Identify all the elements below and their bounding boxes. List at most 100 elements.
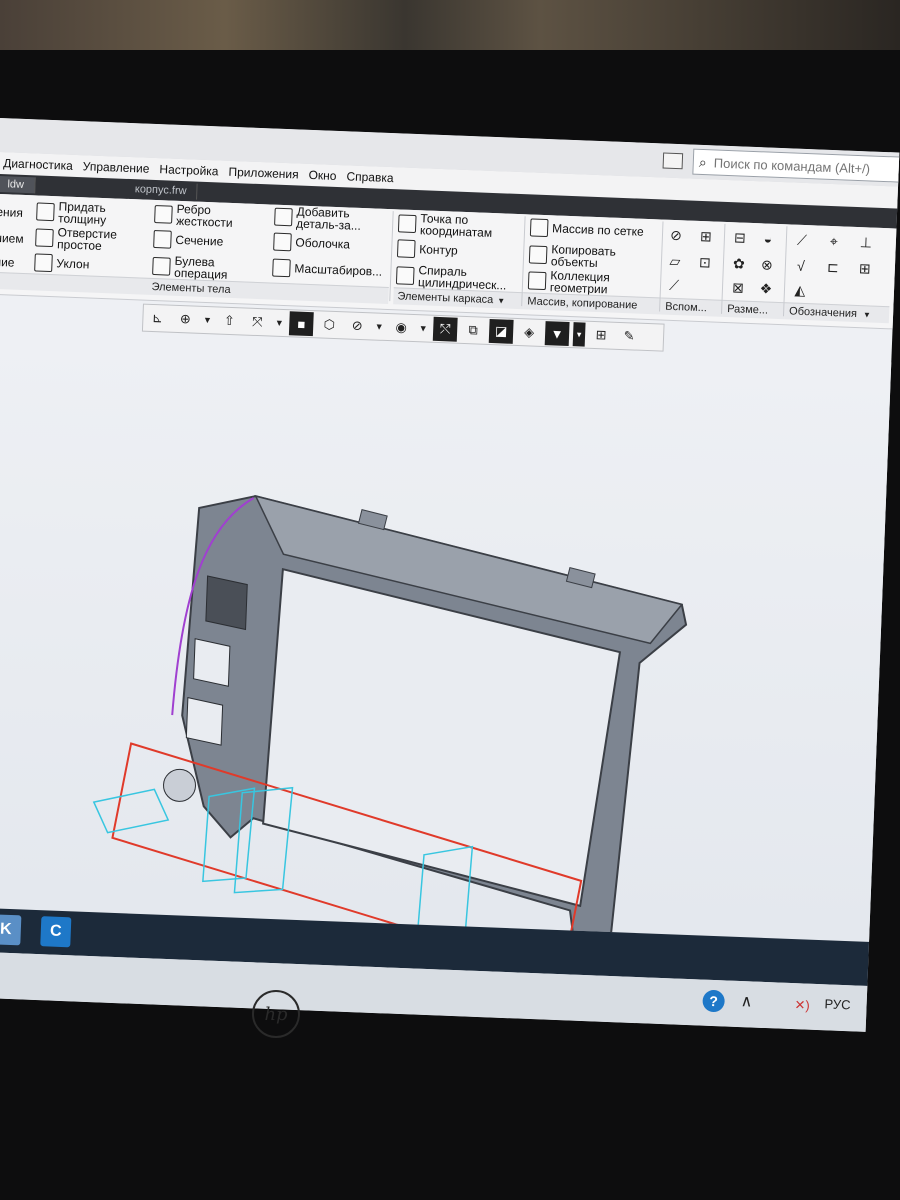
axis-icon[interactable]: ⊘ (666, 226, 687, 245)
search-icon: ⌕ (698, 153, 708, 170)
group-aux-label: Вспом... (665, 300, 708, 315)
chevron-down-icon[interactable]: ▼ (863, 310, 871, 319)
body-cmd-3[interactable]: ние (0, 255, 15, 270)
grid-array-button[interactable]: Массив по сетке (529, 218, 661, 241)
radius-icon[interactable]: ◒ (758, 229, 779, 248)
group-dimensions: Разме... (722, 299, 786, 320)
draft-button[interactable]: Уклон (34, 253, 145, 275)
window-icon[interactable] (662, 152, 684, 170)
draft-label: Уклон (56, 256, 90, 272)
app-c-icon[interactable]: C (40, 916, 72, 948)
rib-label: Ребро жесткости (175, 201, 233, 231)
point-by-coords-button[interactable]: Точка по координатам (397, 211, 524, 240)
model-view (92, 494, 688, 977)
contour-button[interactable]: Контур (396, 239, 523, 262)
body-cmd-1[interactable]: ения (0, 205, 23, 220)
shaded-icon[interactable]: ■ (288, 311, 314, 337)
kompas-app-icon[interactable]: K (0, 914, 22, 946)
angle-icon[interactable]: ✿ (729, 254, 750, 273)
visibility-icon[interactable]: ◉ (389, 315, 414, 340)
constraints-icon[interactable]: ⤲ (432, 316, 458, 342)
add-part-label: Добавить деталь-за... (295, 204, 362, 233)
thicken-icon (36, 202, 55, 222)
vent-cutout (205, 575, 248, 631)
help-icon[interactable]: ? (702, 989, 726, 1013)
network-icon[interactable]: ✕) (794, 997, 810, 1014)
chevron-down-icon[interactable]: ▾ (572, 322, 586, 347)
knob-hole (163, 768, 197, 802)
tab-doc-1[interactable]: ldw (0, 175, 36, 194)
measure-icon[interactable]: ⊞ (589, 323, 614, 348)
group-dimensions-label: Разме... (726, 303, 769, 317)
spiral-icon (395, 266, 415, 286)
screen: ⌕ Диагностика Управление Настройка Прило… (0, 118, 900, 1032)
chevron-down-icon[interactable]: ▼ (497, 296, 505, 305)
menu-manage[interactable]: Управление (78, 159, 155, 176)
shell-icon (273, 232, 292, 252)
section-view-icon[interactable]: ◪ (488, 318, 514, 344)
copy-label: Копировать объекты (550, 242, 617, 271)
plane-icon[interactable]: ⊞ (696, 227, 717, 246)
diameter-icon[interactable]: ⊗ (757, 255, 778, 274)
construction-plane-1 (92, 788, 170, 834)
chevron-down-icon[interactable]: ▼ (201, 308, 214, 332)
chevron-up-icon[interactable]: ∧ (740, 991, 752, 1011)
contour-label: Контур (419, 242, 458, 258)
language-indicator[interactable]: РУС (824, 996, 851, 1012)
leader-icon[interactable]: ⟋ (792, 230, 813, 249)
auto-dim-icon[interactable]: ❖ (756, 279, 777, 298)
shell-button[interactable]: Оболочка (273, 232, 389, 255)
thicken-button[interactable]: Придать толщину (36, 199, 147, 227)
weld-icon[interactable]: ◭ (790, 280, 811, 299)
section-button[interactable]: Сечение (153, 229, 264, 252)
filter-icon[interactable]: ▼ (544, 321, 570, 346)
body-cmd-2[interactable]: нием (0, 230, 24, 246)
render-icon[interactable]: ◈ (517, 320, 542, 345)
scale-label: Масштабиров... (294, 261, 383, 279)
pan-icon[interactable]: ⇧ (217, 309, 242, 334)
add-part-button[interactable]: Добавить деталь-за... (274, 204, 390, 233)
eyedropper-icon[interactable]: ✎ (617, 324, 642, 349)
wireframe-icon[interactable]: ⬡ (317, 312, 342, 337)
table-icon[interactable]: ⊠ (728, 278, 749, 297)
add-part-icon (274, 207, 293, 227)
tolerance-icon[interactable]: ⊞ (855, 259, 876, 278)
orient-icon[interactable]: ⊾ (145, 306, 170, 331)
position-icon[interactable]: ⊏ (823, 258, 844, 277)
zoom-icon[interactable]: ⊕ (173, 307, 198, 332)
layers-icon[interactable]: ⧉ (461, 318, 486, 343)
rib-button[interactable]: Ребро жесткости (154, 202, 265, 230)
hp-logo-text: hp (264, 1003, 288, 1025)
line-icon[interactable]: ⟋ (664, 276, 685, 295)
group-array-label: Массив, копирование (527, 295, 638, 312)
roughness-icon[interactable]: √ (791, 256, 812, 275)
search-input[interactable] (711, 153, 900, 179)
cs-icon[interactable]: ⊡ (695, 253, 716, 272)
body-cmd-2-label: нием (0, 230, 24, 246)
tab-doc-2[interactable]: корпус.frw (124, 180, 198, 200)
grid-array-icon (529, 218, 549, 238)
scale-button[interactable]: Масштабиров... (272, 258, 388, 281)
hole-button[interactable]: Отверстие простое (35, 225, 146, 253)
dimension-icon[interactable]: ⊟ (730, 228, 751, 247)
3d-viewport[interactable] (0, 327, 900, 977)
surface-icon[interactable]: ▱ (665, 252, 686, 271)
chevron-down-icon[interactable]: ▼ (417, 316, 430, 340)
rotate-icon[interactable]: ⤧ (245, 310, 270, 335)
base-icon[interactable]: ⊥ (856, 233, 877, 252)
chevron-down-icon[interactable]: ▼ (373, 314, 386, 338)
menu-apps[interactable]: Приложения (223, 165, 304, 182)
chevron-down-icon[interactable]: ▼ (273, 311, 286, 335)
menu-diagnostics[interactable]: Диагностика (0, 156, 78, 173)
draft-icon (34, 253, 53, 273)
collection-icon (527, 271, 547, 291)
menu-settings[interactable]: Настройка (154, 162, 224, 179)
hide-icon[interactable]: ⊘ (345, 313, 370, 338)
grid-array-label: Массив по сетке (551, 221, 644, 239)
menu-window[interactable]: Окно (303, 168, 341, 183)
hole-label: Отверстие простое (56, 225, 118, 253)
mark-icon[interactable]: ⌖ (824, 232, 845, 251)
command-search[interactable]: ⌕ (692, 148, 900, 184)
copy-objects-button[interactable]: Копировать объекты (528, 242, 660, 271)
menu-help[interactable]: Справка (341, 169, 399, 185)
